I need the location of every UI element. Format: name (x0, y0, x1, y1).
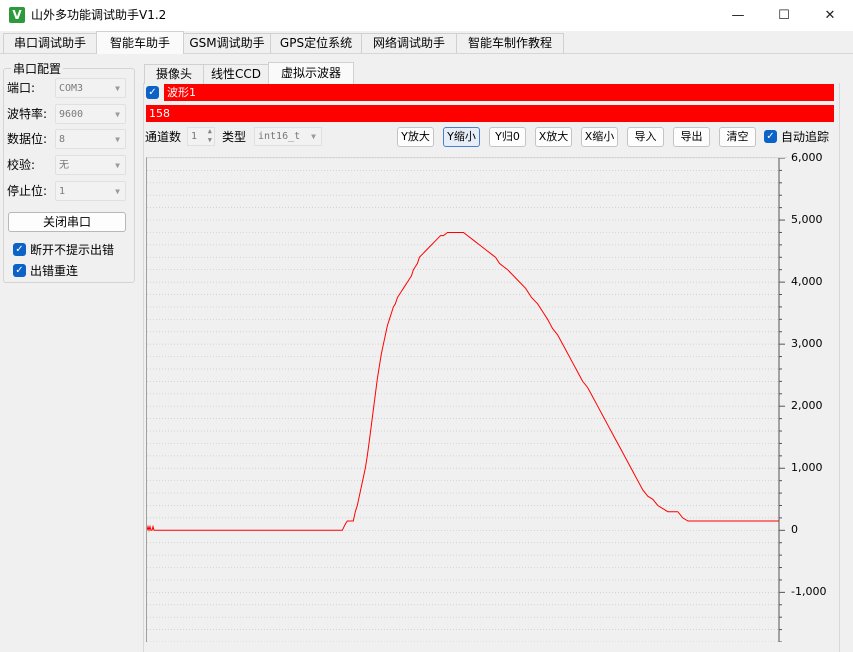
parity-select[interactable]: 无 ▼ (55, 155, 126, 175)
waveform-checkbox[interactable]: ✓ (146, 86, 159, 99)
y-zoom-in-button[interactable]: Y放大 (397, 127, 434, 147)
parity-value: 无 (59, 160, 69, 171)
port-label: 端口: (7, 81, 36, 95)
y-tick-label: 0 (791, 523, 798, 537)
x-zoom-in-button[interactable]: X放大 (535, 127, 572, 147)
port-value: COM3 (59, 83, 84, 94)
channel-count-label: 通道数 (145, 130, 182, 144)
tab-camera[interactable]: 摄像头 (144, 64, 204, 84)
reconnect-label: 出错重连 (30, 264, 79, 278)
y-tick-label: 4,000 (791, 275, 823, 289)
tab-gps[interactable]: GPS定位系统 (270, 33, 362, 53)
oscilloscope-plot[interactable]: 6,000 5,000 4,000 3,000 2,000 1,000 0 -1,000 (146, 151, 826, 642)
minimize-button[interactable]: — (715, 0, 761, 31)
current-value-bar: 158 (146, 105, 834, 122)
y-tick-label: 5,000 (791, 213, 823, 227)
stopbits-select[interactable]: 1 ▼ (55, 181, 126, 201)
channel-count-value: 1 (191, 131, 198, 142)
type-select[interactable]: int16_t ▼ (254, 127, 322, 146)
tab-serial-debug[interactable]: 串口调试助手 (3, 33, 97, 53)
y-tick-label: 3,000 (791, 337, 823, 351)
chevron-down-icon: ▼ (311, 132, 316, 141)
chevron-down-icon: ▼ (115, 84, 120, 93)
oscilloscope-chart (147, 158, 785, 642)
tab-smart-car[interactable]: 智能车助手 (96, 31, 184, 54)
import-button[interactable]: 导入 (627, 127, 664, 147)
tab-car-tutorial[interactable]: 智能车制作教程 (456, 33, 564, 53)
parity-label: 校验: (7, 158, 36, 172)
y-zoom-out-button[interactable]: Y缩小 (443, 127, 480, 147)
type-label: 类型 (222, 130, 247, 144)
y-tick-label: 6,000 (791, 151, 823, 164)
chevron-down-icon: ▼ (115, 161, 120, 170)
serial-config-title: 串口配置 (11, 60, 64, 77)
y-tick-label: -1,000 (791, 585, 827, 599)
tab-gsm-debug[interactable]: GSM调试助手 (183, 33, 271, 53)
no-error-prompt-checkbox[interactable]: ✓ (13, 243, 26, 256)
baud-select[interactable]: 9600 ▼ (55, 104, 126, 124)
export-button[interactable]: 导出 (673, 127, 710, 147)
y-tick-label: 2,000 (791, 399, 823, 413)
close-window-button[interactable]: ✕ (807, 0, 853, 31)
tab-linear-ccd[interactable]: 线性CCD (203, 64, 269, 84)
app-logo-icon: V (9, 7, 25, 23)
x-zoom-out-button[interactable]: X缩小 (581, 127, 618, 147)
databits-label: 数据位: (7, 132, 48, 146)
tab-virtual-oscilloscope[interactable]: 虚拟示波器 (268, 62, 354, 84)
tab-network-debug[interactable]: 网络调试助手 (361, 33, 457, 53)
auto-track-checkbox[interactable]: ✓ (764, 130, 777, 143)
chevron-down-icon: ▼ (115, 110, 120, 119)
y-tick-label: 1,000 (791, 461, 823, 475)
databits-select[interactable]: 8 ▼ (55, 129, 126, 149)
spin-arrows-icon: ▲ ▼ (207, 127, 212, 144)
channel-count-spinbox[interactable]: 1 ▲ ▼ (187, 127, 215, 146)
baud-label: 波特率: (7, 107, 48, 121)
baud-value: 9600 (59, 109, 84, 120)
window-title: 山外多功能调试助手V1.2 (31, 8, 167, 22)
maximize-button[interactable]: ☐ (761, 0, 807, 31)
port-select[interactable]: COM3 ▼ (55, 78, 126, 98)
chevron-down-icon: ▼ (115, 135, 120, 144)
no-error-prompt-label: 断开不提示出错 (30, 243, 115, 257)
close-port-button[interactable]: 关闭串口 (8, 212, 126, 232)
databits-value: 8 (59, 134, 66, 145)
y-reset-button[interactable]: Y归0 (489, 127, 526, 147)
auto-track-label: 自动追踪 (781, 130, 830, 144)
type-value: int16_t (258, 131, 301, 142)
chevron-down-icon: ▼ (115, 187, 120, 196)
stopbits-value: 1 (59, 186, 66, 197)
reconnect-checkbox[interactable]: ✓ (13, 264, 26, 277)
stopbits-label: 停止位: (7, 184, 48, 198)
clear-button[interactable]: 清空 (719, 127, 756, 147)
waveform-name-bar[interactable]: 波形1 (164, 84, 834, 101)
